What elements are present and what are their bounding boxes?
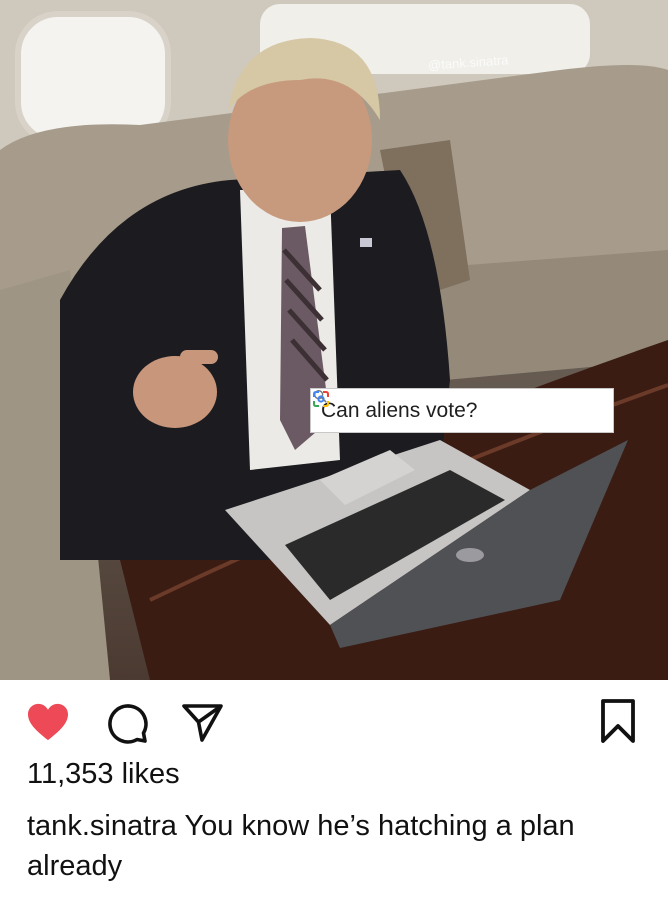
post-photo[interactable]: @tank.sinatra Can aliens vote?: [0, 0, 668, 680]
google-lens-icon: [313, 391, 329, 407]
caption-username[interactable]: tank.sinatra: [27, 810, 177, 842]
paper-plane-icon[interactable]: [180, 700, 224, 744]
post-caption: tank.sinatra You know he’s hatching a pl…: [27, 806, 647, 886]
bookmark-icon[interactable]: [600, 698, 636, 744]
heart-icon[interactable]: [26, 702, 70, 742]
instagram-post: @tank.sinatra Can aliens vote? 11,353 li…: [0, 0, 668, 900]
likes-count[interactable]: 11,353 likes: [27, 758, 180, 791]
photo-illustration: [0, 0, 668, 680]
search-bar-overlay: Can aliens vote?: [310, 388, 614, 433]
post-action-bar: [0, 680, 668, 758]
search-query-text: Can aliens vote?: [321, 398, 478, 422]
comment-bubble-icon[interactable]: [104, 700, 148, 744]
